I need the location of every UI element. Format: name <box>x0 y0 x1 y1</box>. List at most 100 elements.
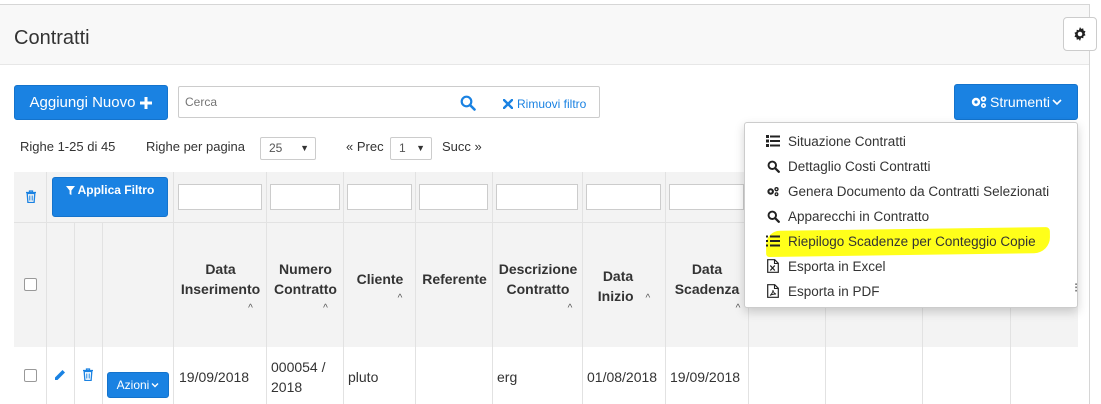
apply-filter-label: Applica Filtro <box>77 183 155 197</box>
trash-icon[interactable] <box>25 190 37 203</box>
filter-input-data-scadenza[interactable] <box>669 184 744 210</box>
clear-filter-link[interactable]: Rimuovi filtro <box>503 97 586 111</box>
filter-input-referente[interactable] <box>419 184 488 210</box>
cell-data-inizio: 01/08/2018 <box>587 369 658 385</box>
cell-numero-contratto: 000054 / 2018 <box>271 357 326 397</box>
column-header-label: Cliente <box>356 271 404 287</box>
column-header-label: Data <box>602 268 634 284</box>
filter-input-data-inizio[interactable] <box>586 184 661 210</box>
trash-icon[interactable] <box>82 368 94 381</box>
add-new-button[interactable]: Aggiungi Nuovo <box>14 85 168 120</box>
pencil-icon[interactable] <box>53 369 66 382</box>
filter-input-cliente[interactable] <box>347 184 412 210</box>
chevron-down-icon <box>1052 99 1062 106</box>
column-header-data-inserimento[interactable]: Data Inserimento ^ <box>175 259 266 319</box>
list-ol-icon <box>766 235 780 247</box>
cell-text: 000054 / <box>271 359 326 375</box>
col-divider <box>1010 347 1011 404</box>
column-header-data-scadenza[interactable]: Data Scadenza ^ <box>667 259 747 319</box>
menu-item-label: Apparecchi in Contratto <box>788 208 930 224</box>
search-box: Rimuovi filtro <box>178 86 600 118</box>
column-header-label: Descrizione <box>498 261 578 277</box>
cell-cliente: pluto <box>348 369 379 385</box>
filter-input-descrizione[interactable] <box>496 184 578 210</box>
column-header-label: Scadenza <box>674 281 740 297</box>
col-divider <box>748 347 749 404</box>
tools-dropdown-button[interactable]: Strumenti <box>954 84 1078 120</box>
plus-icon <box>140 96 153 109</box>
sort-caret-icon: ^ <box>323 303 328 314</box>
cell-data-inserimento: 19/09/2018 <box>179 369 250 385</box>
col-divider <box>922 347 923 404</box>
prev-page-link[interactable]: « Prec <box>346 139 384 154</box>
select-arrow-icon: ▼ <box>416 143 425 153</box>
sort-caret-icon: ^ <box>645 293 651 304</box>
col-divider <box>74 347 75 404</box>
page-title: Contratti <box>14 27 90 49</box>
sort-caret-icon: ^ <box>248 303 253 314</box>
cell-data-scadenza: 19/09/2018 <box>670 369 741 385</box>
search-input[interactable] <box>185 95 455 109</box>
column-header-label: Inizio <box>597 288 634 304</box>
per-page-value: 25 <box>269 141 283 155</box>
col-divider <box>266 347 267 404</box>
column-header-label: Contratto <box>506 281 570 297</box>
per-page-label: Righe per pagina <box>146 139 246 154</box>
list-icon <box>766 135 780 147</box>
filter-icon <box>65 186 75 195</box>
row-checkbox[interactable] <box>24 369 37 382</box>
partial-caret-icon: ⁝ <box>1074 280 1079 295</box>
col-divider <box>582 347 583 404</box>
menu-item-situazione-contratti[interactable]: Situazione Contratti <box>766 131 906 151</box>
select-arrow-icon: ▼ <box>300 143 309 153</box>
menu-item-riepilogo-scadenze[interactable]: Riepilogo Scadenze per Conteggio Copie <box>766 231 1036 251</box>
column-header-label: Numero <box>279 261 332 277</box>
menu-item-label: Dettaglio Costi Contratti <box>788 158 931 174</box>
column-header-referente[interactable]: Referente <box>417 269 492 289</box>
tools-label: Strumenti <box>990 94 1050 110</box>
column-header-label: Data <box>691 261 723 277</box>
column-header-label: Contratto <box>274 281 337 297</box>
column-header-cliente[interactable]: Cliente ^ <box>345 269 415 309</box>
file-excel-icon <box>767 259 779 273</box>
column-header-data-inizio[interactable]: Data Inizio ^ <box>584 266 664 309</box>
rows-info: Righe 1-25 di 45 <box>20 139 116 154</box>
cell-text: 2018 <box>271 379 303 395</box>
apply-filter-button[interactable]: Applica Filtro <box>52 177 168 217</box>
menu-item-esporta-excel[interactable]: Esporta in Excel <box>766 256 886 276</box>
clear-filter-label: Rimuovi filtro <box>517 97 587 111</box>
right-border <box>1089 4 1090 404</box>
per-page-select[interactable]: 25 ▼ <box>260 137 316 160</box>
gear-icon <box>1074 27 1086 41</box>
column-header-numero-contratto[interactable]: Numero Contratto ^ <box>268 259 343 319</box>
menu-item-genera-documento[interactable]: Genera Documento da Contratti Selezionat… <box>766 181 1049 201</box>
next-page-link[interactable]: Succ » <box>442 139 482 154</box>
page-select[interactable]: 1 ▼ <box>390 137 432 160</box>
col-divider <box>102 347 103 404</box>
col-divider <box>343 347 344 404</box>
settings-button[interactable] <box>1063 17 1097 51</box>
col-divider <box>492 347 493 404</box>
menu-item-dettaglio-costi[interactable]: Dettaglio Costi Contratti <box>766 156 931 176</box>
column-header-label: Data <box>205 261 236 277</box>
search-icon[interactable] <box>460 95 476 111</box>
search-icon <box>767 160 780 173</box>
chevron-down-icon <box>151 383 159 388</box>
actions-label: Azioni <box>116 378 150 392</box>
column-header-descrizione[interactable]: Descrizione Contratto ^ <box>494 259 582 319</box>
menu-item-label: Situazione Contratti <box>788 133 906 149</box>
select-all-checkbox[interactable] <box>24 278 37 291</box>
actions-button[interactable]: Azioni <box>107 372 169 398</box>
filter-input-numero-contratto[interactable] <box>270 184 340 210</box>
cell-descrizione: erg <box>497 369 518 385</box>
col-divider <box>825 347 826 404</box>
sort-caret-icon: ^ <box>567 303 573 314</box>
menu-item-esporta-pdf[interactable]: Esporta in PDF <box>766 281 880 301</box>
col-divider <box>415 347 416 404</box>
column-header-label: Referente <box>422 271 487 287</box>
page-header: Contratti <box>0 5 1089 65</box>
menu-item-apparecchi[interactable]: Apparecchi in Contratto <box>766 206 929 226</box>
filter-input-data-inserimento[interactable] <box>178 184 262 210</box>
col-divider <box>665 347 666 404</box>
menu-item-label: Esporta in Excel <box>788 258 886 274</box>
